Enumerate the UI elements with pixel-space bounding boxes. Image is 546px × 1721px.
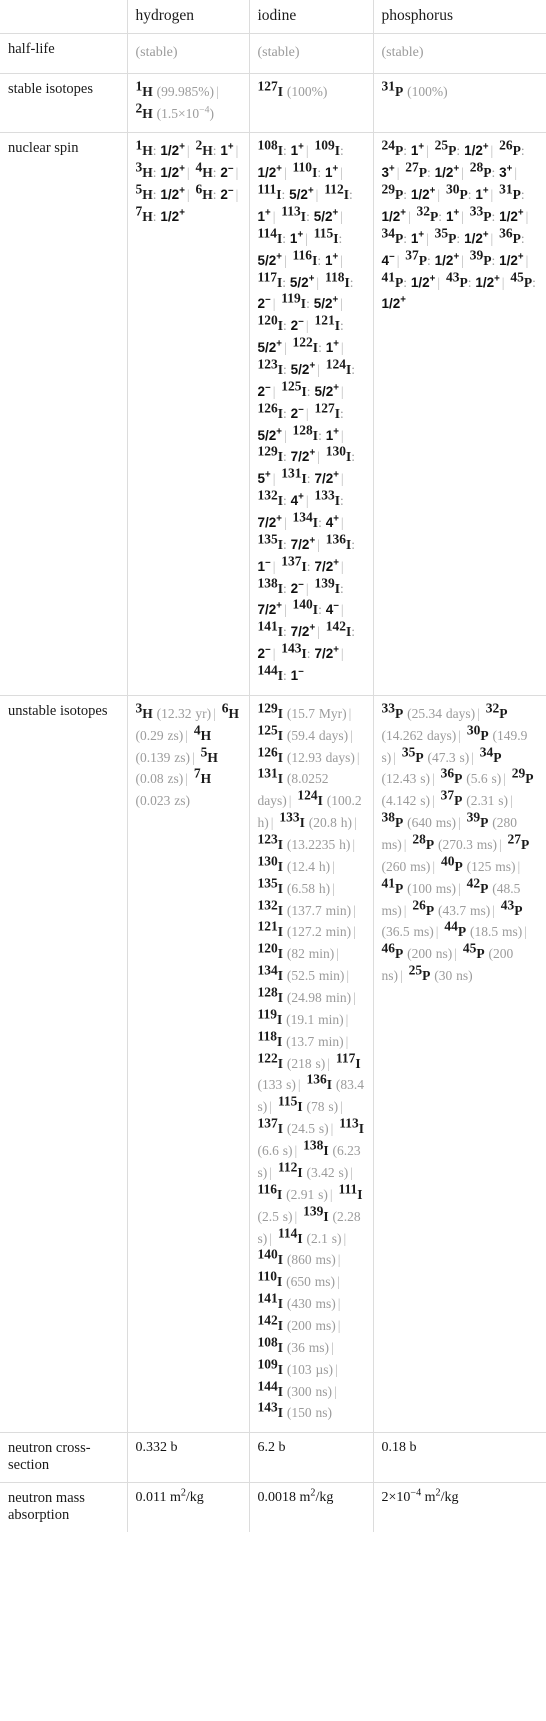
unstable-isotopes-iodine: 129I (15.7 Myr) | 125I (59.4 days) | 126I … [248,694,374,1434]
column-header-hydrogen: hydrogen [126,0,250,34]
neutron-mass-absorption-hydrogen: 0.011 m2/kg [126,1482,250,1533]
nuclear-spin-phosphorus: 24P: 1+ | 25P: 1/2+ | 26P: 3+ | 27P: 1/2+ | … [372,132,546,696]
table-row: nuclear spin 1H: 1/2+ | 2H: 1+ | 3H: 1/2+ |… [0,132,546,696]
row-label-half-life: half-life [0,33,128,74]
column-header-phosphorus: phosphorus [372,0,546,34]
header-blank-cell [0,0,128,34]
table-row: half-life (stable) (stable) (stable) [0,33,546,74]
column-header-iodine: iodine [248,0,374,34]
isotope-comparison-table: hydrogen iodine phosphorus half-life (st… [0,0,546,1533]
unstable-isotopes-hydrogen: 3H (12.32 yr) | 6H (0.29 zs) | 4H (0.139 z… [126,694,250,1434]
neutron-cross-section-hydrogen: 0.332 b [126,1432,250,1484]
row-label-unstable-isotopes: unstable isotopes [0,694,128,1434]
neutron-mass-absorption-iodine: 0.0018 m2/kg [248,1482,374,1533]
neutron-mass-absorption-phosphorus: 2×10−4 m2/kg [372,1482,546,1533]
table-row: unstable isotopes 3H (12.32 yr) | 6H (0.2… [0,694,546,1434]
stable-isotopes-phosphorus: 31P (100%) [372,72,546,134]
half-life-iodine: (stable) [248,33,374,74]
half-life-phosphorus: (stable) [372,33,546,74]
table-row: stable isotopes 1H (99.985%) | 2H (1.5×10… [0,72,546,134]
row-label-nuclear-spin: nuclear spin [0,132,128,696]
neutron-cross-section-phosphorus: 0.18 b [372,1432,546,1484]
table-row: neutron cross-section 0.332 b 6.2 b 0.18… [0,1432,546,1484]
table-row: neutron mass absorption 0.011 m2/kg 0.00… [0,1482,546,1533]
half-life-hydrogen: (stable) [126,33,250,74]
row-label-neutron-cross-section: neutron cross-section [0,1432,128,1484]
row-label-neutron-mass-absorption: neutron mass absorption [0,1482,128,1533]
row-label-stable-isotopes: stable isotopes [0,72,128,134]
unstable-isotopes-phosphorus: 33P (25.34 days) | 32P (14.262 days) | 30P… [372,694,546,1434]
nuclear-spin-iodine: 108I: 1+ | 109I: 1/2+ | 110I: 1+ | 111I: 5/… [248,132,374,696]
nuclear-spin-hydrogen: 1H: 1/2+ | 2H: 1+ | 3H: 1/2+ | 4H: 2− | 5H: … [126,132,250,696]
neutron-cross-section-iodine: 6.2 b [248,1432,374,1484]
stable-isotopes-hydrogen: 1H (99.985%) | 2H (1.5×10−4) [126,72,250,134]
stable-isotopes-iodine: 127I (100%) [248,72,374,134]
table-header-row: hydrogen iodine phosphorus [0,0,546,34]
